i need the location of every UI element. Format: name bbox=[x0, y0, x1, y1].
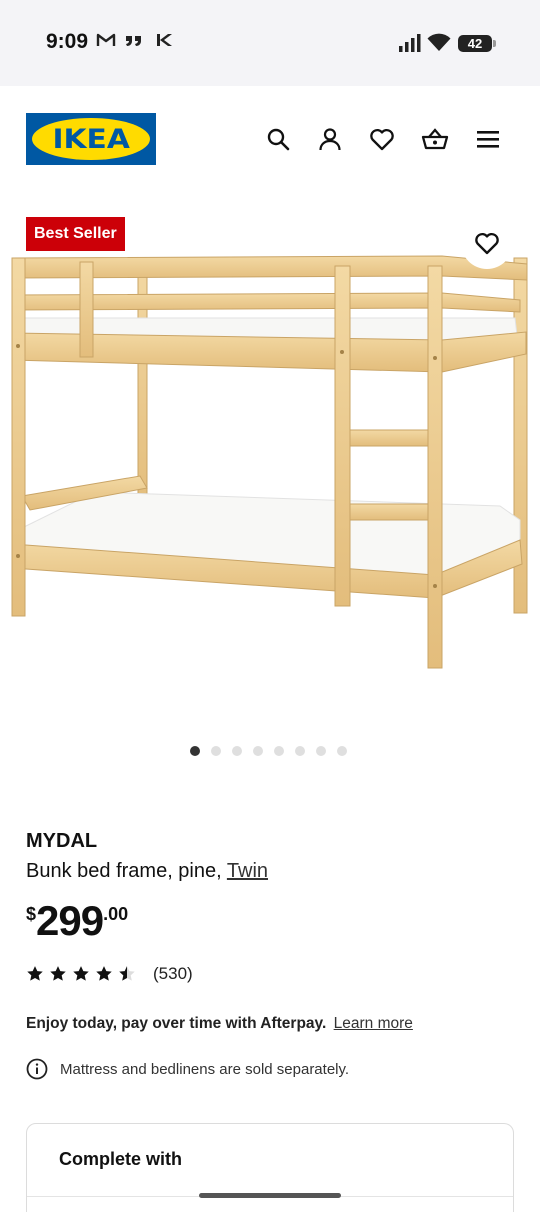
logo-text: IKEA bbox=[52, 123, 130, 155]
learn-more-link[interactable]: Learn more bbox=[334, 1015, 413, 1032]
product-image[interactable] bbox=[0, 196, 540, 716]
complete-with-title: Complete with bbox=[59, 1149, 183, 1169]
price-decimal: .00 bbox=[103, 904, 129, 924]
price-integer: 299 bbox=[36, 897, 104, 944]
rating-count[interactable]: (530) bbox=[153, 964, 193, 984]
carousel-dot[interactable] bbox=[337, 746, 347, 756]
gmail-icon bbox=[96, 32, 116, 53]
carousel-dot[interactable] bbox=[253, 746, 263, 756]
star-icon bbox=[27, 966, 43, 981]
afterpay-info: Enjoy today, pay over time with Afterpay… bbox=[26, 1015, 413, 1033]
product-rating[interactable]: (530) bbox=[26, 964, 193, 984]
complete-with-card[interactable]: Complete with bbox=[26, 1123, 514, 1212]
image-carousel-dots[interactable] bbox=[190, 746, 347, 758]
battery-level: 42 bbox=[467, 36, 483, 51]
afterpay-text: Enjoy today, pay over time with Afterpay… bbox=[26, 1015, 327, 1032]
size-link[interactable]: Twin bbox=[227, 860, 268, 882]
product-description: Bunk bed frame, pine, Twin bbox=[26, 860, 268, 883]
info-icon bbox=[26, 1058, 48, 1080]
app-k-icon bbox=[155, 32, 173, 53]
carousel-dot[interactable] bbox=[295, 746, 305, 756]
carousel-dot[interactable] bbox=[211, 746, 221, 756]
status-time: 9:09 bbox=[46, 30, 89, 53]
product-name: MYDAL bbox=[26, 830, 98, 852]
carousel-dot[interactable] bbox=[232, 746, 242, 756]
favorites-icon[interactable] bbox=[368, 125, 396, 153]
best-seller-badge: Best Seller bbox=[26, 217, 125, 251]
star-icon bbox=[96, 966, 112, 981]
carousel-dot[interactable] bbox=[274, 746, 284, 756]
carousel-dot[interactable] bbox=[190, 746, 200, 756]
star-icon bbox=[50, 966, 66, 981]
star-icon bbox=[73, 966, 89, 981]
product-price: $ 299 .00 bbox=[26, 898, 128, 944]
carousel-dot[interactable] bbox=[316, 746, 326, 756]
wifi-icon bbox=[427, 33, 451, 57]
ikea-logo[interactable]: IKEA bbox=[26, 113, 156, 165]
battery-icon: 42 bbox=[458, 35, 496, 52]
menu-icon[interactable] bbox=[474, 125, 502, 153]
quote-icon bbox=[124, 32, 144, 53]
add-to-favorites-button[interactable] bbox=[461, 217, 513, 269]
account-icon[interactable] bbox=[316, 125, 344, 153]
signal-icon bbox=[398, 34, 422, 57]
sold-separately-notice: Mattress and bedlinens are sold separate… bbox=[26, 1058, 349, 1080]
product-description-text: Bunk bed frame, pine, bbox=[26, 860, 222, 882]
home-indicator[interactable] bbox=[199, 1193, 341, 1198]
notice-text: Mattress and bedlinens are sold separate… bbox=[60, 1060, 350, 1078]
half-star-icon bbox=[119, 966, 135, 981]
status-bar: 9:09 42 bbox=[0, 0, 540, 86]
heart-icon bbox=[475, 232, 499, 255]
cart-icon[interactable] bbox=[421, 125, 449, 153]
price-currency: $ bbox=[26, 904, 37, 924]
search-icon[interactable] bbox=[264, 125, 292, 153]
